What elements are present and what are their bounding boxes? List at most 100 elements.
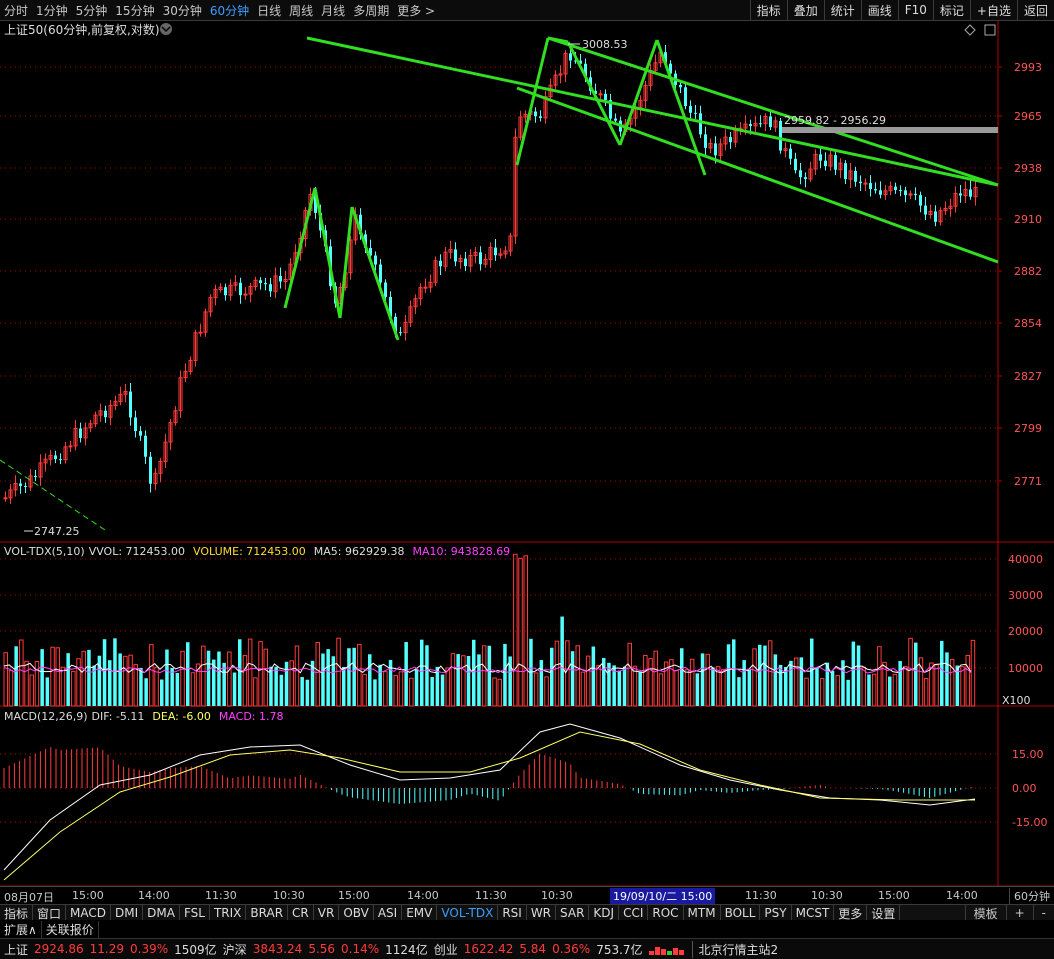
toolbar-button[interactable]: 标记 <box>932 0 970 20</box>
indicator-tab[interactable]: RSI <box>498 905 527 921</box>
macd-histogram <box>3 723 976 881</box>
indicator-tab[interactable]: SAR <box>556 905 590 921</box>
volume-bar <box>580 671 586 707</box>
template-button[interactable]: - <box>1032 905 1054 921</box>
indicator-tab[interactable]: VOL-TDX <box>437 905 499 921</box>
indicator-tab[interactable]: 指标 <box>0 905 34 921</box>
indicator-tab[interactable]: TRIX <box>210 905 247 921</box>
indicator-tab[interactable]: BRAR <box>246 905 289 921</box>
expand-button[interactable]: 扩展∧ <box>0 920 42 938</box>
time-label: 11:30 <box>205 889 237 902</box>
volume-bar <box>689 658 695 707</box>
indicator-tab[interactable]: DMA <box>143 905 180 921</box>
indicator-tab[interactable]: ROC <box>648 905 684 921</box>
period-tab[interactable]: 1分钟 <box>32 2 72 19</box>
top-right-buttons: 指标 叠加 统计 画线 F10 标记 +自选 返回 <box>749 0 1054 20</box>
volume-unit: X100 <box>1002 694 1031 707</box>
chevron-down-icon[interactable] <box>160 23 172 35</box>
indicator-tab[interactable]: MTM <box>684 905 721 921</box>
candle-body <box>494 247 497 256</box>
indicator-tab[interactable]: ASI <box>374 905 403 921</box>
volume-bar <box>503 643 507 706</box>
volume-bar <box>128 654 133 707</box>
time-label: 11:30 <box>475 889 507 902</box>
volume-bar <box>133 664 138 707</box>
period-tab[interactable]: 分时 <box>0 2 32 19</box>
period-tab[interactable]: 更多 > <box>393 2 439 19</box>
period-tab[interactable]: 15分钟 <box>111 2 158 19</box>
volume-bar <box>622 666 627 706</box>
period-tab[interactable]: 多周期 <box>349 2 393 19</box>
volume-bar <box>945 652 949 706</box>
candle-body <box>834 155 837 170</box>
indicator-tab[interactable]: CR <box>288 905 314 921</box>
volume-bar <box>347 648 351 706</box>
toolbar-button[interactable]: 画线 <box>860 0 898 20</box>
template-button[interactable]: + <box>1005 905 1033 921</box>
volume-bar <box>263 648 268 707</box>
period-tab[interactable]: 月线 <box>317 2 349 19</box>
volume-bar <box>445 667 450 707</box>
volume-bar <box>378 664 382 706</box>
volume-bar <box>450 653 456 707</box>
toolbar-button[interactable]: 统计 <box>823 0 861 20</box>
volume-bar <box>643 654 648 707</box>
indicator-tab[interactable]: 设置 <box>867 905 901 921</box>
period-tab[interactable]: 周线 <box>285 2 317 19</box>
volume-bar <box>497 678 502 707</box>
gear-icon[interactable] <box>984 24 996 36</box>
candle-body <box>904 190 907 196</box>
template-button[interactable]: 模板 <box>964 905 1006 921</box>
indicator-tab[interactable]: KDJ <box>589 905 620 921</box>
diamond-icon[interactable] <box>964 24 976 36</box>
indicator-tab[interactable]: 窗口 <box>33 905 67 921</box>
indicator-tab[interactable]: MACD <box>66 905 112 921</box>
indicator-tab[interactable]: OBV <box>339 905 374 921</box>
toolbar-button[interactable]: 返回 <box>1016 0 1054 20</box>
indicator-tab[interactable]: BOLL <box>721 905 761 921</box>
volume-bar <box>632 665 638 707</box>
indicator-tab[interactable]: DMI <box>111 905 144 921</box>
volume-bar <box>763 645 767 706</box>
toolbar-button[interactable]: 叠加 <box>786 0 824 20</box>
volume-bar <box>591 646 596 706</box>
related-quotes-button[interactable]: 关联报价 <box>42 920 99 938</box>
toolbar-button[interactable]: +自选 <box>969 0 1017 20</box>
sz-price: 3843.24 <box>252 942 303 956</box>
cy-amount: 753.7亿 <box>596 942 643 957</box>
indicator-tab[interactable]: WR <box>527 905 557 921</box>
volume-bar <box>227 651 232 707</box>
market-breadth-icon <box>648 943 684 955</box>
volume-tick: 40000 <box>1008 553 1043 566</box>
period-tab[interactable]: 5分钟 <box>72 2 112 19</box>
indicator-tab[interactable]: VR <box>314 905 340 921</box>
time-label: 14:00 <box>407 889 439 902</box>
candle-body <box>819 154 822 161</box>
candle-body <box>68 445 73 448</box>
period-tab[interactable]: 60分钟 <box>206 2 253 19</box>
indicator-tab[interactable]: FSL <box>180 905 210 921</box>
sh-change: 11.29 <box>89 942 124 956</box>
indicator-tab[interactable]: CCI <box>619 905 649 921</box>
toolbar-button[interactable]: 指标 <box>749 0 787 20</box>
toolbar-button[interactable]: F10 <box>897 0 933 20</box>
period-tab[interactable]: 30分钟 <box>159 2 206 19</box>
period-tab[interactable]: 日线 <box>253 2 285 19</box>
volume-bar <box>357 643 362 707</box>
volume-bar <box>217 651 221 706</box>
time-label: 11:30 <box>745 889 777 902</box>
indicator-tab[interactable]: MCST <box>792 905 835 921</box>
candle-body <box>384 282 387 297</box>
volume-bar <box>342 666 346 706</box>
candle-body <box>969 189 972 197</box>
candle-body <box>924 205 927 215</box>
cy-pct: 0.36% <box>552 942 591 956</box>
volume-bar <box>144 678 148 706</box>
indicator-tab[interactable]: 更多 <box>834 905 868 921</box>
kline-chart[interactable]: 2993 2965 2938 2910 2882 2854 2827 2799 2771 4000… <box>0 20 1054 886</box>
candle-body <box>534 111 537 117</box>
volume-bar <box>856 645 861 706</box>
indicator-tab[interactable]: PSY <box>760 905 792 921</box>
volume-bar <box>414 668 419 706</box>
indicator-tab[interactable]: EMV <box>402 905 438 921</box>
